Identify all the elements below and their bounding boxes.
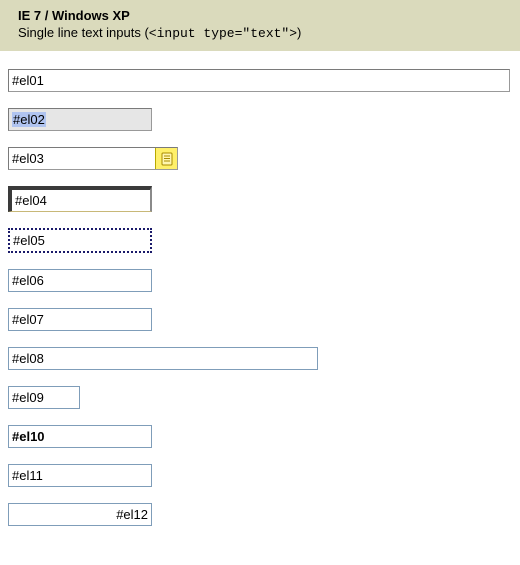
- content-area: #el02: [0, 51, 520, 560]
- header-subtitle: Single line text inputs (<input type="te…: [18, 25, 502, 41]
- text-input-el12[interactable]: [8, 503, 152, 526]
- text-input-el04[interactable]: [8, 186, 152, 212]
- header-title: IE 7 / Windows XP: [18, 8, 502, 23]
- text-input-el11[interactable]: [8, 464, 152, 487]
- text-input-el02-selection: #el02: [12, 112, 46, 127]
- text-input-el03[interactable]: [9, 148, 155, 169]
- text-input-el10[interactable]: [8, 425, 152, 448]
- header-bar: IE 7 / Windows XP Single line text input…: [0, 0, 520, 51]
- text-input-el03-wrapper: [8, 147, 178, 170]
- text-input-el07[interactable]: [8, 308, 152, 331]
- autofill-icon[interactable]: [155, 148, 177, 169]
- text-input-el06[interactable]: [8, 269, 152, 292]
- text-input-el02[interactable]: #el02: [8, 108, 152, 131]
- text-input-el01[interactable]: [8, 69, 510, 92]
- text-input-el09[interactable]: [8, 386, 80, 409]
- subtitle-suffix: ): [297, 25, 301, 40]
- text-input-el08[interactable]: [8, 347, 318, 370]
- subtitle-code: <input type="text">: [149, 26, 297, 41]
- text-input-el05[interactable]: [8, 228, 152, 253]
- subtitle-prefix: Single line text inputs (: [18, 25, 149, 40]
